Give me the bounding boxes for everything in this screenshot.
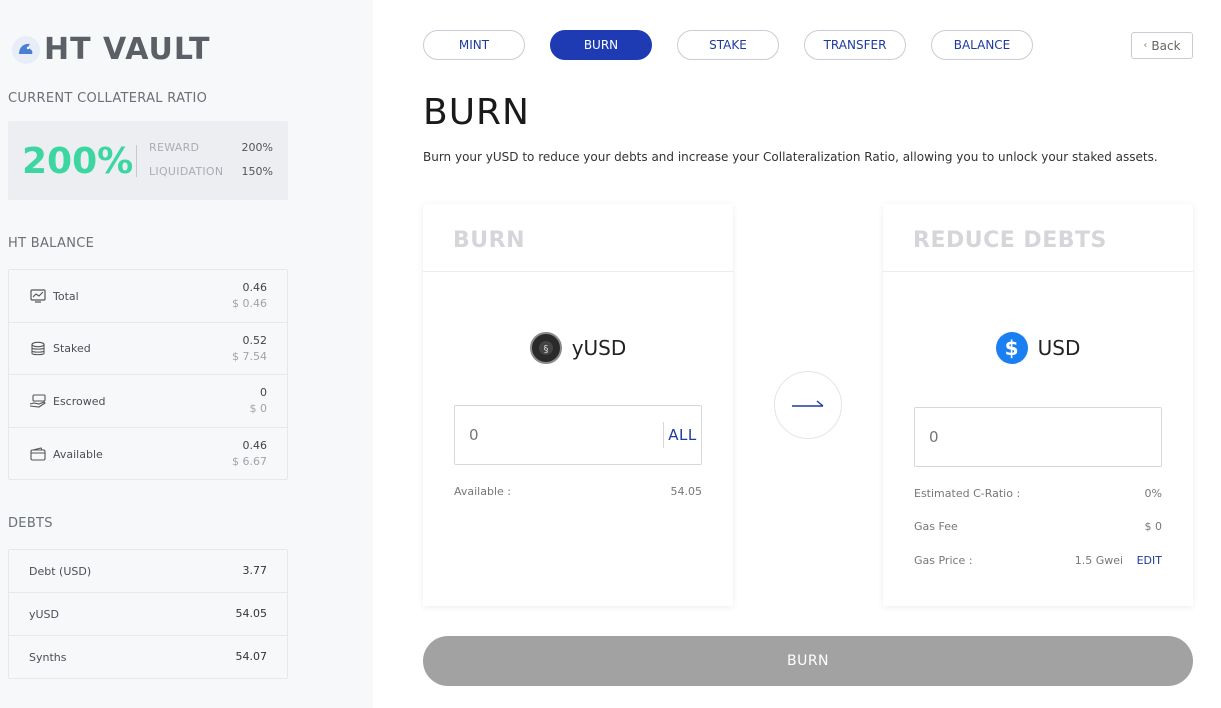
balance-label-available: Available — [53, 447, 103, 461]
debt-label: Synths — [29, 650, 67, 664]
page-title: BURN — [423, 92, 530, 133]
debt-value: 54.05 — [235, 607, 268, 620]
debt-value: 3.77 — [242, 564, 268, 577]
database-icon — [29, 341, 47, 357]
edit-gas-button[interactable]: EDIT — [1137, 554, 1162, 567]
arrow-right-icon — [792, 400, 824, 407]
collateral-ratio-label: CURRENT COLLATERAL RATIO — [8, 91, 208, 106]
svg-text:§: § — [543, 344, 548, 355]
sidebar: HT VAULT CURRENT COLLATERAL RATIO 200% R… — [0, 0, 373, 708]
gas-price-value: 1.5 Gwei — [1074, 554, 1124, 567]
debt-row: Debt (USD) 3.77 — [9, 550, 287, 593]
tab-transfer[interactable]: TRANSFER — [804, 30, 906, 60]
chevron-left-icon: ‹ — [1143, 40, 1148, 51]
brand: HT VAULT — [12, 32, 210, 67]
tab-burn[interactable]: BURN — [550, 30, 652, 60]
usd-amount-box — [914, 407, 1162, 467]
liquidation-label: LIQUIDATION — [149, 165, 224, 178]
balance-label-escrowed: Escrowed — [53, 394, 106, 408]
balance-label-total: Total — [53, 289, 79, 303]
ht-balance-label: HT BALANCE — [8, 236, 95, 251]
balance-usd-staked: $ 7.54 — [232, 349, 267, 363]
balance-value-available: 0.46 — [242, 439, 268, 452]
burn-panel-header: BURN — [423, 204, 733, 272]
usd-token-label: USD — [1037, 336, 1081, 360]
balance-row-staked: Staked 0.52 $ 7.54 — [9, 323, 287, 375]
reward-label: REWARD — [149, 141, 200, 154]
back-label: Back — [1151, 38, 1181, 53]
gas-fee-label: Gas Fee — [914, 520, 958, 533]
gas-price-label: Gas Price : — [914, 554, 973, 567]
gas-price-row: Gas Price : 1.5 Gwei EDIT — [914, 554, 1162, 567]
balance-row-escrowed: Escrowed 0 $ 0 — [9, 375, 287, 428]
balance-row-total: Total 0.46 $ 0.46 — [9, 270, 287, 323]
dollar-coin-icon: $ — [995, 332, 1028, 364]
usd-token: $ USD — [883, 332, 1193, 364]
available-value: 54.05 — [670, 485, 703, 498]
cratio-label: Estimated C-Ratio : — [914, 487, 1021, 500]
balance-row-available: Available 0.46 $ 6.67 — [9, 428, 287, 480]
available-label: Available : — [454, 485, 511, 498]
debts-label: DEBTS — [8, 516, 53, 531]
page-description: Burn your yUSD to reduce your debts and … — [423, 150, 1158, 164]
tab-mint[interactable]: MINT — [423, 30, 525, 60]
balance-label-staked: Staked — [53, 342, 91, 355]
debt-value: 54.07 — [235, 650, 268, 663]
divider — [136, 145, 137, 177]
balance-value-total: 0.46 — [242, 281, 268, 294]
debt-label: yUSD — [29, 607, 60, 621]
tab-stake[interactable]: STAKE — [677, 30, 779, 60]
cratio-row: Estimated C-Ratio : 0% — [914, 487, 1162, 500]
wallet-icon — [29, 446, 47, 462]
collateral-ratio-box: 200% REWARD 200% LIQUIDATION 150% — [8, 121, 288, 200]
balance-value-staked: 0.52 — [242, 333, 268, 347]
reduce-debts-panel: REDUCE DEBTS $ USD Estimated C-Ratio : 0… — [883, 204, 1193, 606]
balance-usd-available: $ 6.67 — [232, 455, 267, 468]
reduce-debts-header: REDUCE DEBTS — [883, 204, 1193, 272]
hand-coin-icon — [29, 393, 47, 409]
all-button[interactable]: ALL — [663, 422, 701, 448]
ht-balance-list: Total 0.46 $ 0.46 Staked 0.52 $ 7.54 Esc… — [8, 269, 288, 480]
gas-fee-row: Gas Fee $ 0 — [914, 520, 1162, 533]
debt-label: Debt (USD) — [29, 564, 92, 578]
usd-amount-input[interactable] — [915, 408, 1161, 466]
arrow-circle — [774, 371, 842, 439]
brand-title: HT VAULT — [44, 32, 211, 67]
burn-token-label: yUSD — [571, 336, 627, 360]
debt-row: Synths 54.07 — [9, 636, 287, 678]
tab-balance[interactable]: BALANCE — [931, 30, 1033, 60]
liquidation-value: 150% — [241, 165, 273, 178]
back-button[interactable]: ‹ Back — [1131, 32, 1193, 59]
reward-row: REWARD 200% — [149, 141, 273, 154]
balance-value-escrowed: 0 — [260, 386, 267, 399]
burn-panel: BURN § yUSD ALL Available : 54.05 — [423, 204, 733, 606]
burn-submit-button[interactable]: BURN — [423, 636, 1193, 686]
burn-amount-input[interactable] — [455, 406, 663, 464]
burn-amount-box: ALL — [454, 405, 702, 465]
cratio-value: 0% — [1144, 487, 1162, 500]
debt-row: yUSD 54.05 — [9, 593, 287, 636]
brand-logo-icon — [12, 35, 40, 64]
gas-fee-value: $ 0 — [1144, 520, 1163, 533]
action-tabs: MINT BURN STAKE TRANSFER BALANCE — [423, 30, 1033, 60]
collateral-ratio-value: 200% — [22, 141, 134, 182]
balance-usd-total: $ 0.46 — [232, 297, 267, 310]
monitor-icon — [29, 288, 47, 304]
burn-token: § yUSD — [423, 332, 733, 364]
debts-list: Debt (USD) 3.77 yUSD 54.05 Synths 54.07 — [8, 549, 288, 679]
yusd-coin-icon: § — [529, 332, 562, 364]
reward-value: 200% — [241, 141, 273, 154]
liquidation-row: LIQUIDATION 150% — [149, 165, 273, 178]
balance-usd-escrowed: $ 0 — [249, 402, 268, 415]
available-row: Available : 54.05 — [454, 485, 702, 498]
